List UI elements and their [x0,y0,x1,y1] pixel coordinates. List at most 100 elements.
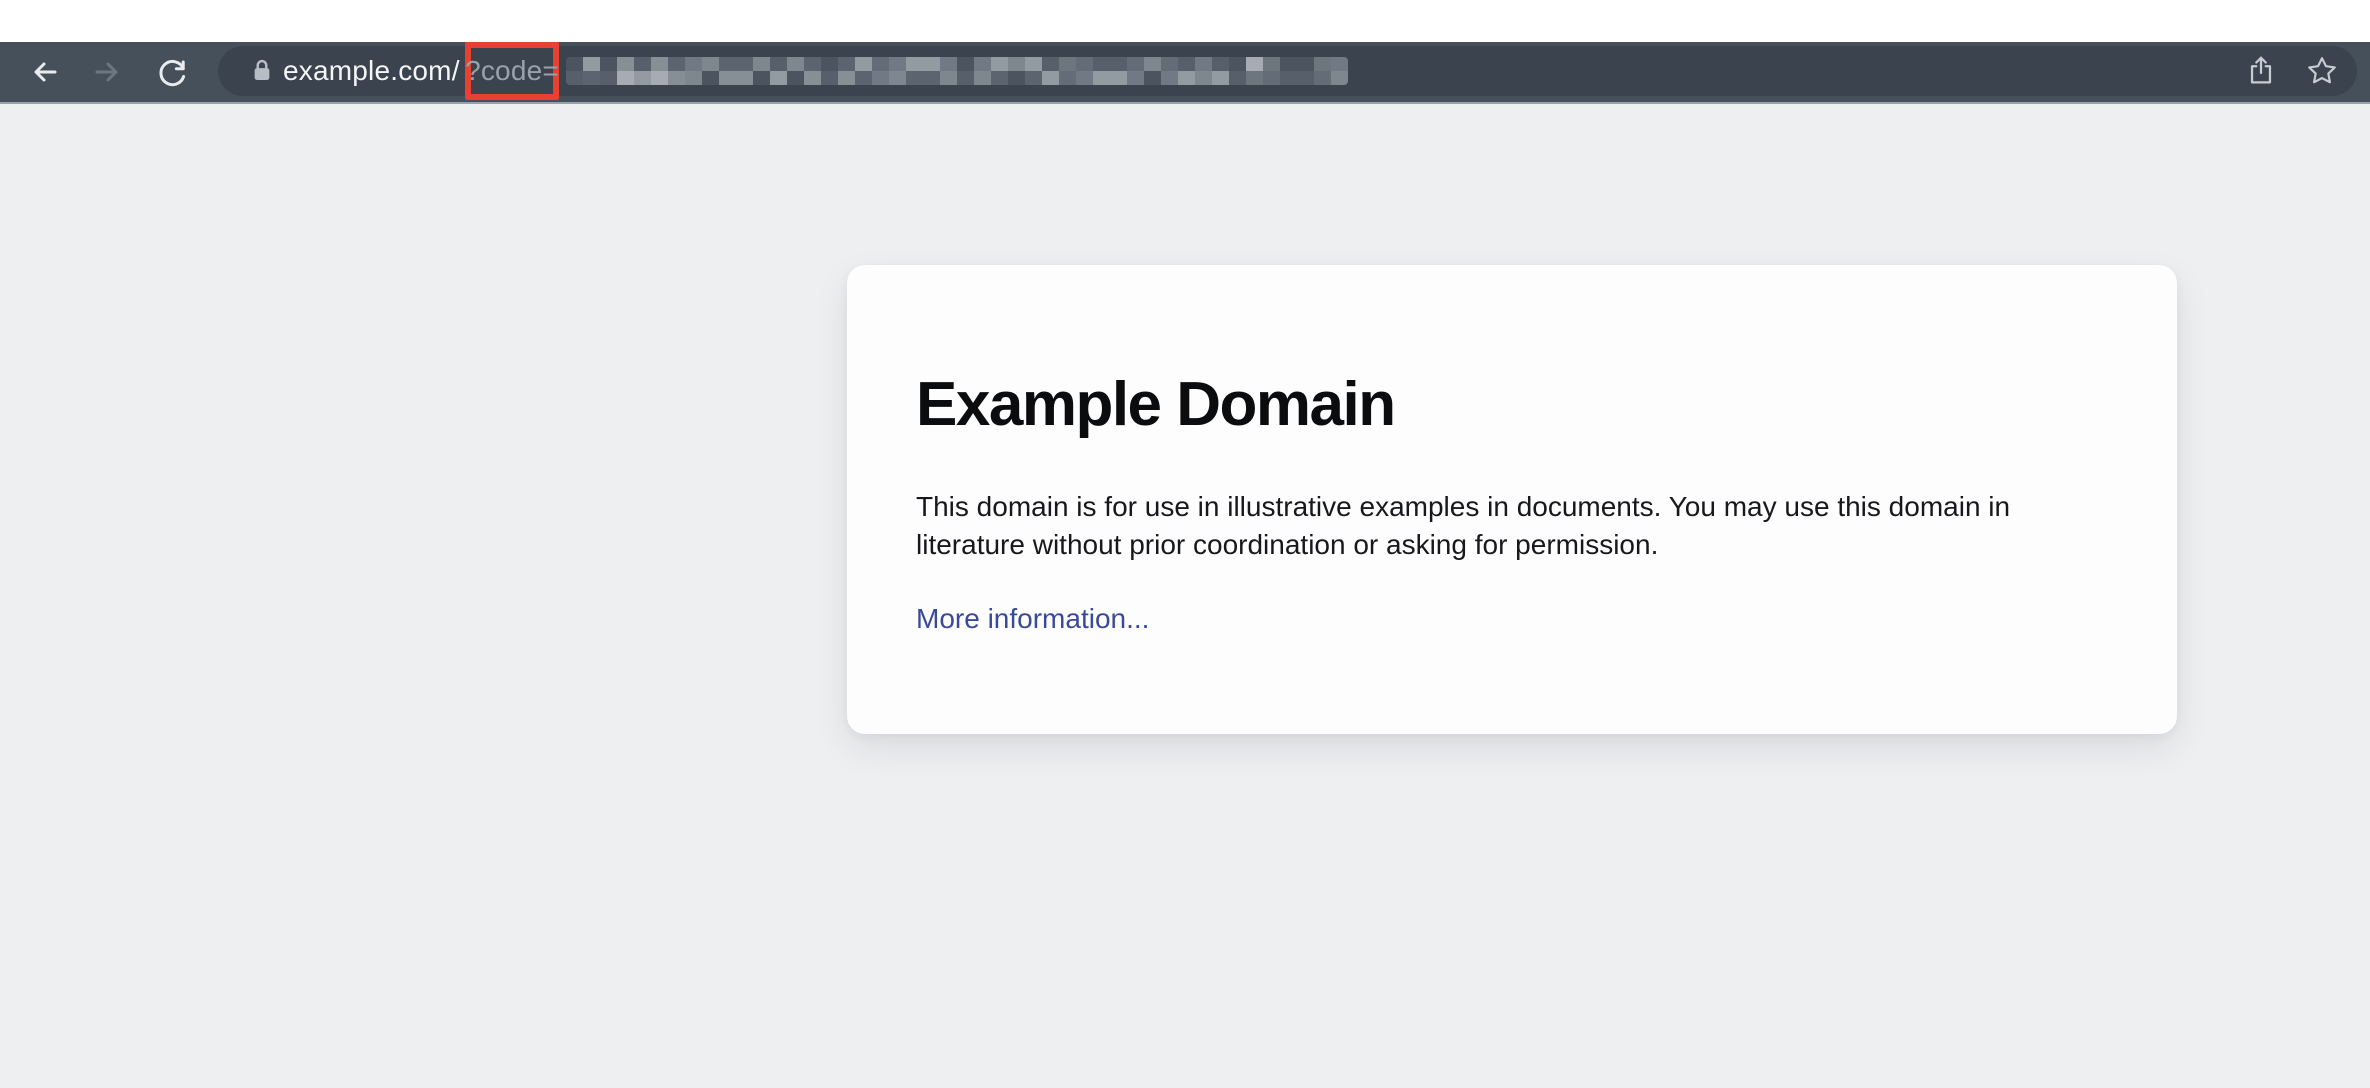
mosaic-block [1110,57,1127,71]
mosaic-block [1246,57,1263,71]
mosaic-block [1008,71,1025,85]
mosaic-block [1144,57,1161,71]
share-button[interactable] [2244,54,2278,88]
mosaic-block [634,57,651,71]
mosaic-block [855,57,872,71]
mosaic-block [906,71,923,85]
mosaic-block [1280,57,1297,71]
mosaic-block [1280,71,1297,85]
mosaic-block [753,57,770,71]
bookmark-star-button[interactable] [2305,54,2339,88]
share-icon [2244,54,2278,88]
mosaic-block [1229,57,1246,71]
reload-button[interactable] [154,54,190,90]
mosaic-block [889,57,906,71]
mosaic-block [991,57,1008,71]
mosaic-block [787,57,804,71]
mosaic-block [1263,57,1280,71]
mosaic-block [872,57,889,71]
lock-icon [245,54,279,88]
mosaic-block [974,71,991,85]
mosaic-block [651,71,668,85]
mosaic-block [617,71,634,85]
mosaic-block [702,71,719,85]
window-top-strip [0,0,2370,42]
mosaic-block [770,57,787,71]
mosaic-block [1093,57,1110,71]
mosaic-block [651,57,668,71]
mosaic-block [821,71,838,85]
mosaic-block [685,71,702,85]
mosaic-block [1246,71,1263,85]
mosaic-block [702,57,719,71]
mosaic-block [1042,57,1059,71]
mosaic-block [600,57,617,71]
mosaic-block [991,71,1008,85]
mosaic-block [1127,57,1144,71]
mosaic-block [770,71,787,85]
mosaic-block [838,71,855,85]
mosaic-block [1161,57,1178,71]
mosaic-block [1229,71,1246,85]
mosaic-block [617,57,634,71]
mosaic-block [1076,57,1093,71]
mosaic-block [1178,57,1195,71]
more-information-link[interactable]: More information... [916,602,1149,636]
forward-button[interactable] [89,54,125,90]
mosaic-block [583,71,600,85]
url-bar[interactable]: example.com/ ?code= [218,46,2357,96]
mosaic-block [1178,71,1195,85]
mosaic-block [1263,71,1280,85]
browser-window: example.com/ ?code= [0,0,2370,1088]
mosaic-block [1008,57,1025,71]
mosaic-block [940,57,957,71]
mosaic-block [1195,57,1212,71]
page-body-text: This domain is for use in illustrative e… [916,488,2056,564]
mosaic-block [1025,57,1042,71]
back-arrow-icon [27,54,63,90]
mosaic-block [957,71,974,85]
mosaic-block [1144,71,1161,85]
mosaic-block [1212,57,1229,71]
url-domain: example.com/ [283,55,460,86]
mosaic-block [787,71,804,85]
mosaic-block [923,57,940,71]
mosaic-block [566,71,583,85]
mosaic-block [634,71,651,85]
mosaic-block [1195,71,1212,85]
mosaic-block [1059,57,1076,71]
mosaic-block [753,71,770,85]
mosaic-block [1076,71,1093,85]
mosaic-block [923,71,940,85]
mosaic-block [736,71,753,85]
forward-arrow-icon [89,54,125,90]
mosaic-block [1127,71,1144,85]
example-domain-card: Example Domain This domain is for use in… [847,265,2177,734]
browser-toolbar: example.com/ ?code= [0,42,2370,104]
mosaic-block [821,57,838,71]
mosaic-block [668,57,685,71]
mosaic-block [566,57,583,71]
mosaic-block [1059,71,1076,85]
mosaic-block [1314,57,1331,71]
back-button[interactable] [27,54,63,90]
mosaic-block [685,57,702,71]
mosaic-block [719,71,736,85]
page-title: Example Domain [916,369,2108,440]
mosaic-block [719,57,736,71]
mosaic-block [736,57,753,71]
mosaic-block [1212,71,1229,85]
mosaic-block [583,57,600,71]
mosaic-block [940,71,957,85]
mosaic-block [1297,71,1314,85]
url-query-param: ?code= [465,55,559,87]
mosaic-block [906,57,923,71]
mosaic-block [855,71,872,85]
mosaic-block [838,57,855,71]
mosaic-block [1025,71,1042,85]
mosaic-block [668,71,685,85]
mosaic-block [1314,71,1331,85]
mosaic-block [804,71,821,85]
redacted-url-value [566,57,1348,85]
mosaic-block [957,57,974,71]
